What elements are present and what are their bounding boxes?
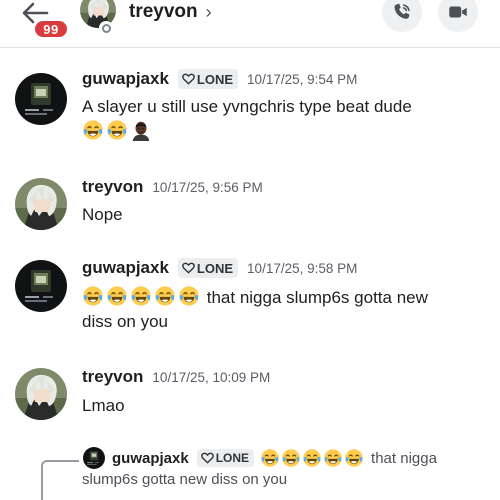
avatar[interactable]	[15, 178, 67, 230]
unread-count-badge: 99	[33, 19, 69, 39]
message-header: treyvon 10/17/25, 10:09 PM	[82, 367, 270, 387]
joy-emoji	[323, 448, 343, 468]
message-content[interactable]: Nope	[82, 203, 492, 227]
conversation-title[interactable]: treyvon ›	[129, 1, 212, 23]
clan-tag[interactable]: LONE	[177, 69, 239, 89]
joy-emoji	[178, 285, 200, 307]
message-content[interactable]: Lmao	[82, 394, 492, 418]
timestamp: 10/17/25, 9:56 PM	[152, 179, 263, 195]
message-text: A slayer u still use yvngchris type beat…	[82, 97, 412, 116]
message-content[interactable]: A slayer u still use yvngchris type beat…	[82, 95, 492, 144]
chevron-right-icon: ›	[205, 1, 212, 22]
message-header: treyvon 10/17/25, 9:56 PM	[82, 177, 263, 197]
message-header: guwapjaxk LONE 10/17/25, 9:58 PM	[82, 258, 357, 278]
message-text: Lmao	[82, 396, 125, 415]
avatar[interactable]	[15, 368, 67, 420]
message-content[interactable]: that nigga slump6s gotta new diss on you	[82, 285, 492, 334]
reply-text-continued: slump6s gotta new diss on you	[82, 471, 288, 488]
username[interactable]: guwapjaxk	[82, 69, 169, 89]
joy-emoji	[106, 285, 128, 307]
heart-icon	[182, 73, 195, 85]
joy-emoji	[154, 285, 176, 307]
joy-emoji	[82, 285, 104, 307]
reply-username: guwapjaxk	[112, 449, 189, 467]
username[interactable]: guwapjaxk	[82, 258, 169, 278]
joy-emoji	[260, 448, 280, 468]
joy-emoji	[82, 119, 104, 141]
avatar[interactable]	[15, 73, 67, 125]
timestamp: 10/17/25, 9:54 PM	[247, 71, 358, 87]
chat-header: 99 treyvon ›	[0, 0, 500, 48]
heart-icon	[200, 452, 214, 464]
message-text: Nope	[82, 205, 123, 224]
message-header: guwapjaxk LONE 10/17/25, 9:54 PM	[82, 69, 357, 89]
username[interactable]: treyvon	[82, 177, 143, 197]
joy-emoji	[130, 285, 152, 307]
recipient-name: treyvon	[129, 1, 198, 22]
reply-text: that nigga	[371, 449, 437, 467]
voice-call-button[interactable]	[382, 0, 422, 32]
video-call-button[interactable]	[438, 0, 478, 32]
clan-tag[interactable]: LONE	[177, 258, 239, 278]
joy-emoji	[302, 448, 322, 468]
message-text-continued: diss on you	[82, 312, 168, 331]
clan-tag-label: LONE	[196, 71, 234, 87]
clan-tag: LONE	[196, 449, 255, 467]
video-camera-icon	[449, 6, 467, 18]
timestamp: 10/17/25, 10:09 PM	[152, 369, 271, 385]
heart-icon	[182, 262, 195, 274]
clan-tag-label: LONE	[215, 451, 250, 465]
joy-emoji	[106, 119, 128, 141]
timestamp: 10/17/25, 9:58 PM	[247, 260, 358, 276]
man-shrugging-emoji	[130, 119, 152, 141]
joy-emoji	[281, 448, 301, 468]
offline-status-icon	[99, 21, 113, 35]
reply-avatar	[83, 447, 105, 469]
username[interactable]: treyvon	[82, 367, 143, 387]
reply-connector	[41, 460, 79, 500]
message-text: that nigga slump6s gotta new	[206, 288, 428, 307]
joy-emoji	[344, 448, 364, 468]
reply-header: guwapjaxk LONE that nigga	[112, 448, 437, 468]
phone-icon	[394, 3, 410, 19]
avatar[interactable]	[15, 260, 67, 312]
clan-tag-label: LONE	[196, 260, 234, 276]
